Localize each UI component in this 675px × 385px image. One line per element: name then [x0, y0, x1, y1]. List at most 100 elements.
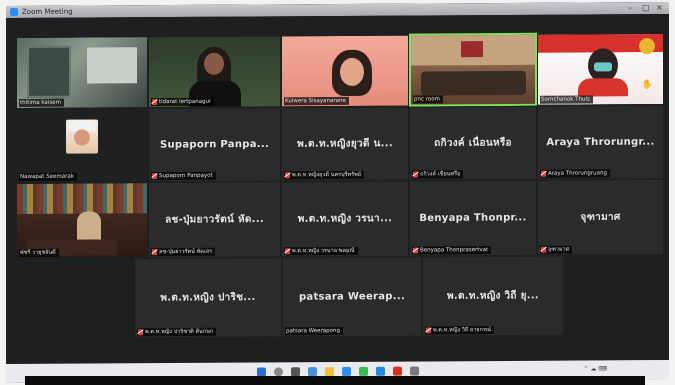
minimize-button[interactable]: – — [628, 2, 632, 14]
participant-name-label: tidarat lertpanagul — [151, 97, 214, 107]
participant-name: Kulwera Sisayanarane — [285, 97, 346, 105]
face-mask — [594, 62, 612, 72]
window-title: Zoom Meeting — [22, 7, 73, 16]
participant-name: พ.ต.ท.หญิง ปาริชาติ ต้นกนก — [145, 328, 214, 336]
participant-display-name: patsara Weerap... — [298, 291, 406, 303]
participant-name: พัชรี วายุชจันดี — [20, 249, 56, 256]
participant-tile[interactable]: thitima kaisem — [16, 36, 148, 109]
mic-muted-icon — [138, 329, 143, 336]
participant-tile[interactable]: tidarat lertpanagul — [148, 35, 281, 109]
participant-name-label: pnc room — [413, 95, 443, 104]
participant-tile[interactable]: พัชรี วายุชจันดี — [16, 182, 148, 259]
profile-picture — [66, 119, 98, 154]
participant-tile[interactable]: ลช-ปุ่มยาวรัตน์ หัด... ลช-ปุ่มยาวรัตน์ ห… — [148, 181, 281, 259]
mic-muted-icon — [152, 173, 157, 180]
participant-name-label: พ.ต.ท.หญิง ปาริชาติ ต้นกนก — [137, 327, 217, 337]
participant-tile[interactable]: พ.ต.ท.หญิง ปาริช... พ.ต.ท.หญิง ปาริชาติ … — [134, 257, 282, 339]
mic-muted-icon — [285, 172, 290, 179]
participant-name-label: พ.ต.ท.หญิง วรนาล พลมณี — [284, 246, 358, 256]
participant-name-label: Benyapa Thonprasertvat — [412, 246, 492, 255]
participant-face — [74, 129, 90, 146]
participant-name: ถกิวงค์ เขียนหรือ — [420, 171, 461, 178]
participant-name-label: Kulwera Sisayanarane — [284, 96, 349, 106]
participant-display-name: Benyapa Thonpr... — [419, 212, 527, 224]
mic-muted-icon — [413, 247, 418, 254]
participant-tile[interactable]: พ.ต.ท.หญิง วิถี ยุ... พ.ต.ท.หญิง วิถี ยา… — [422, 255, 564, 337]
participant-tile[interactable]: ✋ Sornchanok Thuis — [537, 33, 664, 106]
file-explorer-icon[interactable] — [324, 367, 334, 377]
participant-name-label: Nawapat Seemarak — [19, 172, 77, 181]
settings-icon[interactable] — [409, 366, 419, 376]
participant-name-label: พ.ต.ท.หญิงยุวดี นครบุรีทรัพย์ — [284, 170, 364, 180]
participant-name: Nawapat Seemarak — [20, 173, 74, 180]
active-speaker-tile[interactable]: pnc room — [409, 32, 537, 107]
edge-icon[interactable] — [375, 366, 385, 376]
participant-name-label: Araya Throrungruang — [540, 169, 610, 178]
raise-hand-icon: ✋ — [641, 80, 653, 91]
mic-muted-icon — [541, 246, 546, 253]
participant-name: ลช-ปุ่มยาวรัตน์ หัดเสร — [159, 248, 213, 256]
participant-display-name: Araya Throrungr... — [546, 136, 655, 149]
participant-name: Sornchanok Thuis — [541, 96, 590, 103]
participant-tile[interactable]: พ.ต.ท.หญิงยุวดี น... พ.ต.ท.หญิงยุวดี นคร… — [281, 106, 409, 182]
widgets-icon[interactable] — [307, 367, 317, 377]
participant-display-name: ลช-ปุ่มยาวรัตน์ หัด... — [165, 213, 264, 226]
participant-name-label: Sornchanok Thuis — [540, 95, 593, 104]
mic-muted-icon — [285, 248, 290, 255]
system-tray-icons[interactable]: ⌃ ☁ ⌨ — [583, 365, 607, 372]
mic-muted-icon — [426, 327, 431, 334]
participant-tile[interactable]: Araya Throrungr... Araya Throrungruang — [537, 105, 664, 180]
participant-display-name: พ.ต.ท.หญิงยุวดี น... — [297, 138, 393, 150]
bookshelf — [17, 183, 147, 214]
flag-image — [461, 41, 483, 58]
participant-name-label: จุฑามาศ — [540, 245, 573, 254]
participant-tile[interactable]: Supaporn Panpa... Supaporn Panpayot — [148, 107, 281, 183]
participant-name-label: Supaporn Panpayot — [151, 171, 216, 181]
close-button[interactable]: × — [656, 2, 663, 14]
participant-display-name: ถกิวงค์ เนื่อนหรือ — [434, 137, 512, 149]
participant-tile[interactable]: Nawapat Seemarak — [16, 108, 148, 183]
participant-name-label: ถกิวงค์ เขียนหรือ — [412, 170, 464, 179]
participant-display-name: พ.ต.ท.หญิง วรนา... — [297, 213, 393, 225]
participant-tile[interactable]: patsara Weerap... patsara Weerapong — [282, 256, 422, 338]
task-view-icon[interactable] — [290, 367, 300, 377]
zoom-app-icon[interactable] — [341, 366, 351, 376]
participant-face — [340, 57, 364, 86]
participant-tile[interactable]: Kulwera Sisayanarane — [281, 34, 409, 108]
participant-tile[interactable]: จุฑามาศ จุฑามาศ — [537, 179, 664, 256]
emblem-icon — [639, 38, 655, 55]
zoom-logo-icon — [10, 7, 18, 17]
participant-name: พ.ต.ท.หญิง วิถี ยาธกรณ์ — [433, 327, 492, 334]
maximize-button[interactable]: □ — [642, 2, 650, 14]
video-background — [87, 47, 137, 84]
chrome-icon[interactable] — [392, 366, 402, 376]
participant-body — [578, 78, 628, 97]
participant-name: พ.ต.ท.หญิง วรนาล พลมณี — [292, 247, 355, 255]
participant-tile[interactable]: พ.ต.ท.หญิง วรนา... พ.ต.ท.หญิง วรนาล พลมณ… — [281, 180, 409, 258]
participant-name: พ.ต.ท.หญิงยุวดี นครบุรีทรัพย์ — [292, 171, 361, 179]
participant-name-label: patsara Weerapong — [285, 326, 343, 336]
line-app-icon[interactable] — [358, 366, 368, 376]
participant-name: Supaporn Panpayot — [159, 172, 213, 180]
participant-name-label: พัชรี วายุชจันดี — [19, 248, 59, 257]
participant-name: Araya Throrungruang — [548, 170, 607, 177]
participant-name-label: thitima kaisem — [19, 98, 64, 107]
participant-name: thitima kaisem — [20, 99, 61, 106]
participant-name: Benyapa Thonprasertvat — [420, 247, 489, 254]
participant-name-label: พ.ต.ท.หญิง วิถี ยาธกรณ์ — [425, 326, 495, 335]
participant-tile[interactable]: Benyapa Thonpr... Benyapa Thonprasertvat — [409, 179, 537, 257]
mic-muted-icon — [541, 170, 546, 177]
participant-name: tidarat lertpanagul — [159, 98, 211, 106]
video-background — [27, 45, 71, 98]
participant-display-name: จุฑามาศ — [580, 211, 621, 224]
participant-name: pnc room — [414, 96, 440, 103]
participant-name: จุฑามาศ — [548, 246, 570, 253]
participant-display-name: Supaporn Panpa... — [159, 138, 270, 151]
zoom-window: Zoom Meeting – □ × thitima kaisem tidara… — [6, 1, 669, 384]
participant-name: patsara Weerapong — [286, 327, 340, 335]
participant-tile[interactable]: ถกิวงค์ เนื่อนหรือ ถกิวงค์ เขียนหรือ — [409, 105, 537, 181]
participant-display-name: พ.ต.ท.หญิง ปาริช... — [160, 292, 256, 304]
participant-face — [204, 52, 224, 75]
participant-display-name: พ.ต.ท.หญิง วิถี ยุ... — [446, 290, 540, 302]
mic-muted-icon — [152, 99, 157, 106]
